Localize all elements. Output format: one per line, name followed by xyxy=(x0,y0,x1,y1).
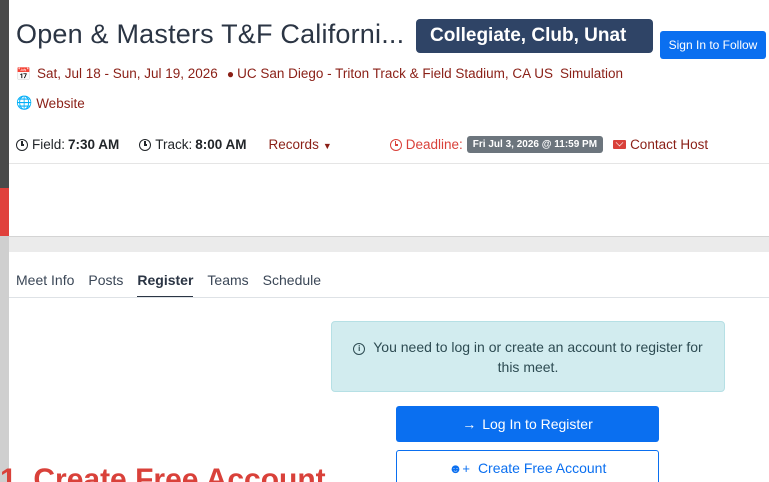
left-accent-bar-red xyxy=(0,188,9,236)
field-time-value: 7:30 AM xyxy=(68,137,120,152)
info-icon: i xyxy=(353,342,366,355)
login-button-label: Log In to Register xyxy=(482,416,593,432)
tab-posts[interactable]: Posts xyxy=(88,272,123,298)
left-accent-bar xyxy=(0,0,9,188)
contact-host-link[interactable]: Contact Host xyxy=(613,137,708,152)
category-badge: Collegiate, Club, Unat xyxy=(416,19,653,53)
calendar-icon: 📅 xyxy=(16,66,31,81)
field-time: Field: 7:30 AM xyxy=(16,137,119,152)
meet-tabs: Meet Info Posts Register Teams Schedule xyxy=(16,272,335,298)
clock-icon xyxy=(139,138,152,151)
map-pin-icon: ● xyxy=(226,66,235,81)
records-dropdown[interactable]: Records ▼ xyxy=(269,137,332,152)
log-in-to-register-button[interactable]: → Log In to Register xyxy=(396,406,659,442)
create-free-account-button[interactable]: ☻+ Create Free Account xyxy=(396,450,659,482)
step-heading: 1. Create Free Account xyxy=(0,463,326,482)
clock-icon xyxy=(16,138,28,151)
clock-icon xyxy=(389,138,402,151)
venue-link[interactable]: UC San Diego - Triton Track & Field Stad… xyxy=(237,66,553,81)
left-accent-bar-gray xyxy=(0,236,9,482)
tab-register[interactable]: Register xyxy=(137,272,194,298)
simulation-label: Simulation xyxy=(559,66,623,81)
tab-meet-info[interactable]: Meet Info xyxy=(16,272,74,298)
track-time-value: 8:00 AM xyxy=(195,137,247,152)
track-time: Track: 8:00 AM xyxy=(139,137,247,152)
registration-deadline: Deadline: Fri Jul 3, 2026 @ 11:59 PM xyxy=(389,136,604,153)
login-required-alert: i You need to log in or create an account… xyxy=(331,321,725,392)
caret-down-icon: ▼ xyxy=(322,141,332,151)
sign-in-to-follow-button[interactable]: Sign In to Follow xyxy=(660,31,766,59)
divider xyxy=(9,163,769,164)
add-user-icon: ☻+ xyxy=(448,460,470,476)
contact-host-label: Contact Host xyxy=(630,137,709,152)
deadline-label: Deadline: xyxy=(405,137,463,152)
meet-dates: Sat, Jul 18 - Sun, Jul 19, 2026 xyxy=(36,66,218,81)
field-label: Field: xyxy=(32,137,66,152)
meet-meta-row: Field: 7:30 AM Track: 8:00 AM Records ▼ D… xyxy=(16,136,708,153)
envelope-icon xyxy=(613,140,627,149)
deadline-badge: Fri Jul 3, 2026 @ 11:59 PM xyxy=(466,136,604,153)
globe-icon: 🌐 xyxy=(16,95,33,110)
alert-message: You need to log in or create an account … xyxy=(373,338,703,375)
track-label: Track: xyxy=(155,137,193,152)
section-separator xyxy=(9,236,769,252)
tabs-divider xyxy=(9,297,769,298)
tab-schedule[interactable]: Schedule xyxy=(263,272,321,298)
tab-teams[interactable]: Teams xyxy=(207,272,248,298)
website-link[interactable]: 🌐 Website xyxy=(16,95,85,111)
meet-title: Open & Masters T&F Californi... xyxy=(16,19,405,49)
records-label: Records xyxy=(268,137,319,152)
meet-date-location: 📅 Sat, Jul 18 - Sun, Jul 19, 2026 ● UC S… xyxy=(16,66,623,81)
login-arrow-icon: → xyxy=(462,416,477,432)
create-button-label: Create Free Account xyxy=(477,460,607,476)
website-label: Website xyxy=(36,95,85,111)
